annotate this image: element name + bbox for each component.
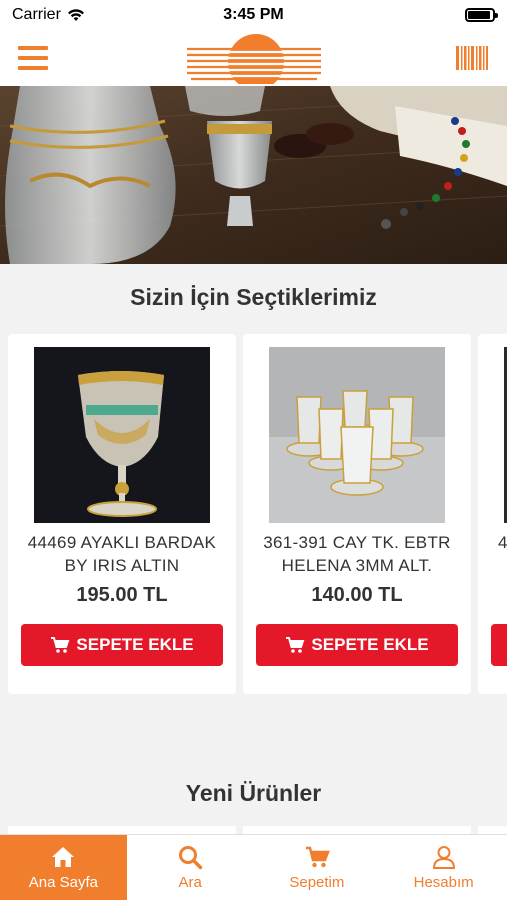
product-price: 140.00 TL (311, 584, 403, 606)
featured-title: Sizin İçin Seçtiklerimiz (130, 284, 377, 310)
add-to-cart-label: SEPETE EKLE (76, 635, 194, 654)
tab-bar: Ana Sayfa Ara Sepetim Hesabım (0, 834, 507, 900)
search-icon (179, 846, 203, 870)
featured-carousel[interactable]: 44469 AYAKLI BARDAK BY IRIS ALTIN 195.00… (8, 334, 507, 694)
wifi-icon (67, 9, 84, 21)
new-products-title: Yeni Ürünler (185, 780, 322, 806)
battery-icon (465, 8, 498, 22)
add-to-cart-button[interactable] (491, 624, 507, 666)
product-card[interactable]: 361-391 CAY TK. EBTR HELENA 3MM ALT. 140… (243, 334, 471, 694)
product-name[interactable]: 44469 AYAKLI BARDAK BY IRIS ALTIN (14, 531, 230, 577)
user-icon (432, 846, 455, 869)
tab-home[interactable]: Ana Sayfa (0, 835, 127, 900)
cart-icon (305, 846, 330, 868)
tab-label: Ana Sayfa (28, 874, 98, 891)
hamburger-icon[interactable] (18, 46, 48, 70)
add-to-cart-button[interactable]: SEPETE EKLE (21, 624, 223, 666)
add-to-cart-label: SEPETE EKLE (311, 635, 429, 654)
product-card-peek[interactable]: 4 (478, 334, 507, 694)
tab-label: Hesabım (413, 874, 474, 891)
brand-logo (187, 34, 321, 84)
product-card[interactable]: 44469 AYAKLI BARDAK BY IRIS ALTIN 195.00… (8, 334, 236, 694)
product-image[interactable] (34, 347, 210, 523)
barcode-icon[interactable] (455, 45, 489, 71)
tab-label: Sepetim (289, 874, 345, 891)
battery-level (468, 11, 491, 19)
home-icon (52, 847, 75, 867)
hero-image (0, 86, 507, 264)
tab-label: Ara (178, 874, 202, 891)
app-header (0, 30, 507, 86)
tab-search[interactable]: Ara (127, 835, 254, 900)
tab-account[interactable]: Hesabım (380, 835, 507, 900)
tab-cart[interactable]: Sepetim (254, 835, 381, 900)
product-name[interactable]: 361-391 CAY TK. EBTR HELENA 3MM ALT. (249, 531, 465, 577)
status-left: Carrier (12, 6, 85, 24)
product-name-peek: 4 (498, 533, 507, 552)
add-to-cart-button[interactable]: SEPETE EKLE (256, 624, 458, 666)
product-image[interactable] (269, 347, 445, 523)
carrier-label: Carrier (12, 6, 61, 23)
cart-icon (51, 637, 70, 653)
cart-icon (286, 637, 305, 653)
product-price: 195.00 TL (76, 584, 168, 606)
hero-banner[interactable] (0, 86, 507, 264)
status-bar: Carrier 3:45 PM (0, 0, 507, 30)
